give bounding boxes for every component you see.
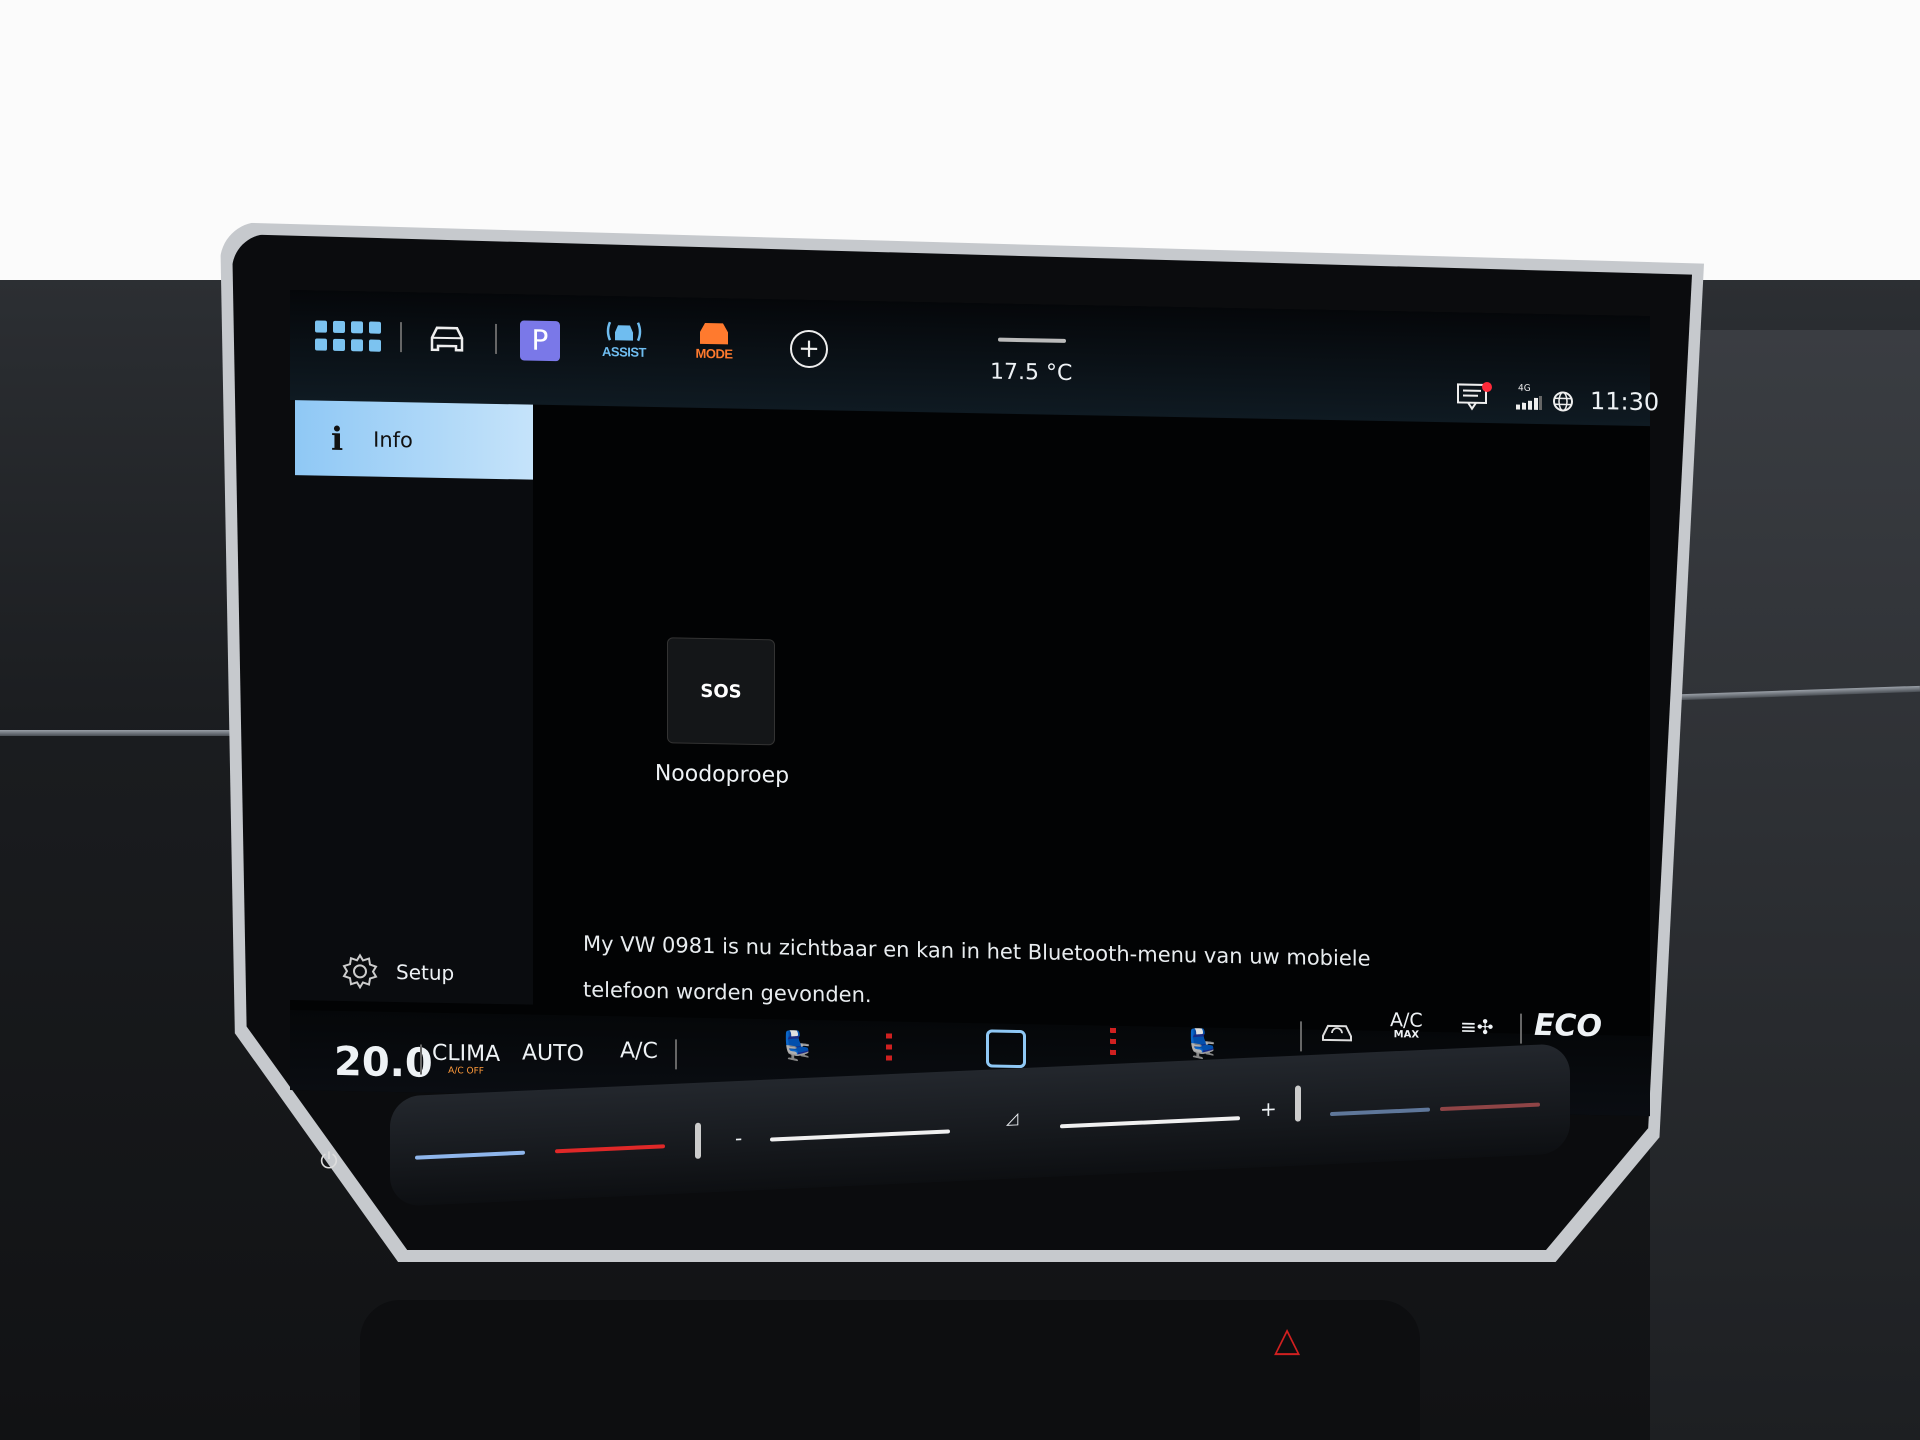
volume-track[interactable] (1060, 1116, 1240, 1129)
outside-temperature: 17.5 °C (990, 359, 1073, 387)
divider (400, 322, 402, 353)
warm-indicator-right (1440, 1102, 1540, 1112)
volume-plus[interactable]: + (1260, 1097, 1277, 1122)
power-icon[interactable]: ⏻ (316, 1148, 342, 1174)
volume-icon: ◿ (1006, 1108, 1019, 1128)
sidebar (290, 400, 533, 1005)
divider (420, 1044, 422, 1075)
drag-handle[interactable] (998, 337, 1066, 343)
assist-label: ASSIST (602, 343, 646, 360)
setup-label: Setup (396, 960, 455, 986)
ac-off-label: A/C OFF (448, 1066, 484, 1077)
ac-max-label: A/C (1390, 1009, 1423, 1032)
sidebar-item-info[interactable]: i Info (295, 400, 533, 480)
volume-track[interactable] (770, 1129, 950, 1142)
sidebar-item-label: Info (373, 427, 413, 452)
divider (1520, 1013, 1522, 1044)
infotainment-screen: P ASSIST MODE + 17.5 °C 4G 11:30 i Info … (290, 290, 1659, 1117)
seat-heat-left-icon[interactable]: 💺 (780, 1029, 815, 1063)
cabin-temperature[interactable]: 20.0 (334, 1039, 433, 1087)
dash-trim-left (0, 730, 230, 736)
clima-button[interactable]: CLIMA A/C OFF (432, 1041, 500, 1077)
fan-icon[interactable]: ≡✣ (1460, 1014, 1494, 1039)
warm-indicator (555, 1144, 665, 1154)
notification-icon[interactable] (1456, 380, 1494, 413)
eco-button[interactable]: ECO (1534, 1008, 1602, 1044)
ac-max-button[interactable]: A/C MAX (1390, 1009, 1423, 1041)
hazard-icon[interactable]: △ (1274, 1320, 1300, 1360)
cold-indicator (415, 1150, 525, 1160)
divider (495, 323, 497, 354)
apps-grid-icon[interactable] (315, 320, 381, 352)
noodoproep-tile[interactable]: SOS (667, 637, 775, 746)
setup-button[interactable]: Setup (340, 951, 454, 993)
divider (1300, 1021, 1302, 1052)
slider-handle-left[interactable] (695, 1122, 701, 1159)
info-icon: i (331, 419, 344, 458)
mode-button[interactable]: MODE (692, 320, 736, 362)
divider (675, 1039, 677, 1070)
globe-icon (1552, 390, 1574, 412)
gear-icon (342, 953, 378, 990)
ac-max-sub: MAX (1393, 1029, 1420, 1041)
clima-label: CLIMA (432, 1040, 501, 1068)
assist-button[interactable]: ASSIST (602, 318, 646, 360)
seat-heat-level-left (886, 1033, 892, 1064)
mode-icon (700, 322, 728, 345)
volume-minus[interactable]: - (735, 1126, 742, 1150)
sos-phone-icon: SOS (700, 680, 742, 703)
slider-handle-right[interactable] (1295, 1085, 1301, 1122)
parking-button[interactable]: P (520, 320, 560, 362)
defrost-button[interactable] (986, 1029, 1026, 1069)
noodoproep-label: Noodoproep (654, 761, 790, 789)
network-type: 4G (1518, 383, 1531, 394)
cold-indicator-right (1330, 1107, 1430, 1117)
lower-console (360, 1300, 1420, 1440)
recirculation-icon[interactable] (1320, 1018, 1354, 1043)
mode-label: MODE (695, 345, 733, 362)
seat-heat-level-right (1110, 1027, 1116, 1058)
bluetooth-notification: My VW 0981 is nu zichtbaar en kan in het… (583, 921, 1383, 1028)
assist-icon (606, 321, 642, 342)
signal-icon (1516, 395, 1542, 411)
ac-button[interactable]: A/C (620, 1038, 658, 1064)
clock: 11:30 (1590, 386, 1660, 417)
auto-button[interactable]: AUTO (522, 1040, 584, 1066)
add-icon[interactable]: + (790, 329, 828, 369)
car-icon[interactable] (425, 321, 469, 358)
seat-heat-right-icon[interactable]: 💺 (1185, 1027, 1220, 1061)
